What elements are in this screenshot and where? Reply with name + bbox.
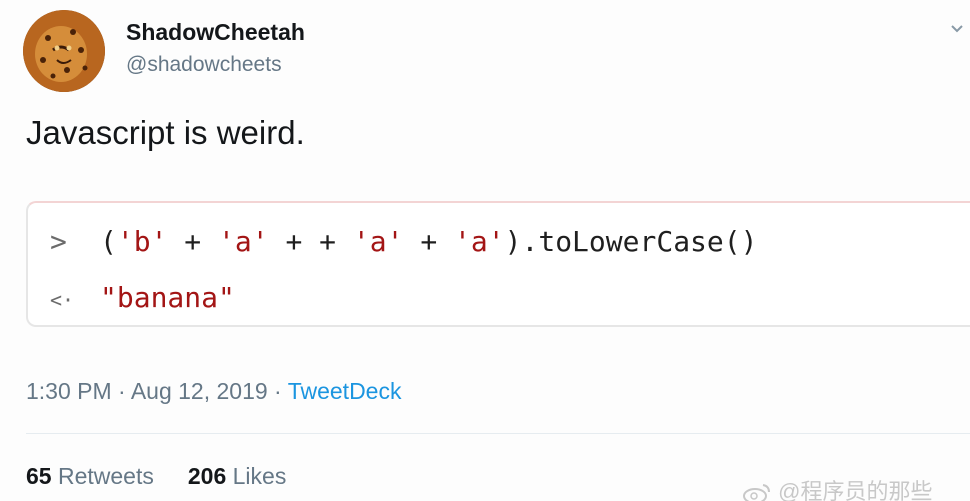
author-display-name[interactable]: ShadowCheetah xyxy=(126,19,305,46)
meta-separator: · xyxy=(111,378,131,404)
likes-stat[interactable]: 206 Likes xyxy=(188,463,286,489)
likes-count: 206 xyxy=(187,463,227,489)
chevron-down-icon[interactable] xyxy=(950,22,964,36)
watermark: @程序员的那些 xyxy=(742,474,932,501)
code-string-a: 'a' xyxy=(218,225,269,258)
divider xyxy=(26,433,970,434)
retweets-count: 65 xyxy=(26,463,52,489)
code-operator-plus: + xyxy=(167,225,219,258)
tweet-meta: 1:30 PM · Aug 12, 2019 · TweetDeck xyxy=(26,378,401,405)
tweet-text: Javascript is weird. xyxy=(26,114,305,151)
console-screenshot: > ('b' + 'a' + + 'a' + 'a').toLowerCase()… xyxy=(26,201,970,327)
code-string-a: 'a' xyxy=(352,225,404,258)
console-output-line: <· "banana" xyxy=(50,281,235,314)
code-paren-open: ( xyxy=(100,225,117,258)
retweets-stat[interactable]: 65 Retweets xyxy=(26,463,154,489)
code-string-b: 'b' xyxy=(116,225,168,258)
code-method-call: ).toLowerCase() xyxy=(504,225,758,258)
avatar[interactable] xyxy=(23,10,105,92)
tweet-source-link[interactable]: TweetDeck xyxy=(288,378,402,404)
code-string-a: 'a' xyxy=(454,225,505,258)
tweet-stats: 65 Retweets 206 Likes xyxy=(26,463,286,490)
likes-label: Likes xyxy=(226,463,287,489)
meta-separator: · xyxy=(267,378,288,404)
tweet-card: ShadowCheetah @shadowcheets Javascript i… xyxy=(0,0,970,501)
tweet-date[interactable]: Aug 12, 2019 xyxy=(131,378,268,404)
cheetah-avatar-icon xyxy=(23,10,105,92)
watermark-text: @程序员的那些 xyxy=(778,479,933,501)
weibo-icon xyxy=(743,484,770,501)
console-input-prompt: > xyxy=(50,225,67,258)
code-operator-double-plus: + + xyxy=(268,225,353,258)
console-output-prompt: <· xyxy=(50,288,75,312)
console-input-line: > ('b' + 'a' + + 'a' + 'a').toLowerCase() xyxy=(50,225,758,258)
tweet-time[interactable]: 1:30 PM xyxy=(26,378,112,404)
author-handle[interactable]: @shadowcheets xyxy=(126,53,282,77)
code-operator-plus: + xyxy=(403,225,455,258)
retweets-label: Retweets xyxy=(51,463,154,489)
console-output-value: "banana" xyxy=(100,281,235,314)
